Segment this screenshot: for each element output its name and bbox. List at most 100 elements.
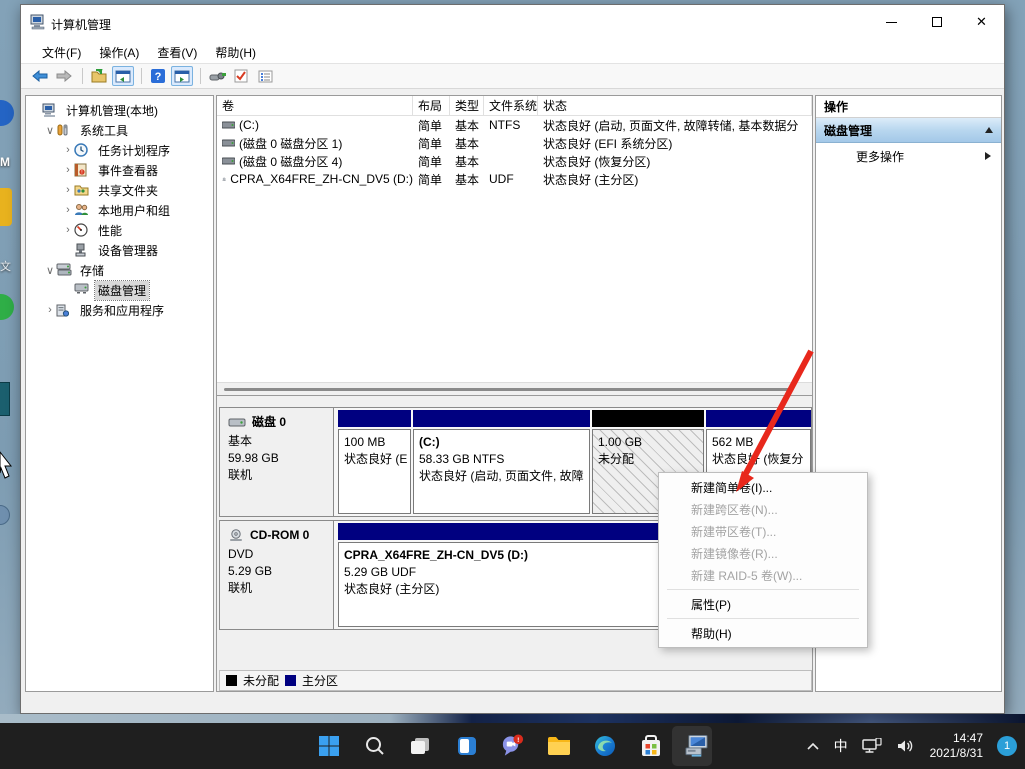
ime-indicator[interactable]: 中 (834, 736, 848, 756)
chat-icon[interactable]: ! (500, 734, 525, 759)
console-tree-toggle-icon[interactable] (112, 66, 134, 86)
partition-color-bar (413, 410, 590, 427)
tree-item-label[interactable]: 共享文件夹 (95, 181, 161, 200)
chevron-up-icon[interactable] (806, 742, 820, 750)
chevron-down-icon[interactable]: ∨ (44, 124, 56, 137)
chevron-right-icon[interactable]: › (62, 164, 74, 176)
disk-size: 5.29 GB (228, 563, 333, 580)
chevron-right-icon[interactable]: › (44, 304, 56, 316)
toolbar-separator (141, 68, 142, 84)
tree-item-event-viewer[interactable]: › ! 事件查看器 (26, 160, 213, 180)
close-button[interactable]: ✕ (959, 5, 1004, 39)
table-row[interactable]: (磁盘 0 磁盘分区 4) 简单 基本 状态良好 (恢复分区) (217, 152, 812, 170)
menu-bar: 文件(F) 操作(A) 查看(V) 帮助(H) (21, 41, 1004, 63)
action-pane-toggle-icon[interactable] (171, 66, 193, 86)
desktop-icon-fragment[interactable] (0, 505, 10, 525)
disk-0-info[interactable]: 磁盘 0 基本 59.98 GB 联机 (220, 408, 334, 516)
collapse-icon[interactable] (985, 127, 993, 133)
column-header-status[interactable]: 状态 (538, 96, 812, 115)
taskbar-clock[interactable]: 14:47 2021/8/31 (930, 731, 983, 761)
tree-item-local-users-groups[interactable]: › 本地用户和组 (26, 200, 213, 220)
tree-item-task-scheduler[interactable]: › 任务计划程序 (26, 140, 213, 160)
tree-item-label[interactable]: 磁盘管理 (95, 281, 149, 300)
menu-action[interactable]: 操作(A) (90, 42, 148, 63)
chevron-down-icon[interactable]: ∨ (44, 264, 56, 277)
chevron-right-icon[interactable]: › (62, 184, 74, 196)
actions-section-disk-management[interactable]: 磁盘管理 (816, 118, 1001, 143)
disk-icon (228, 418, 246, 428)
search-icon[interactable] (362, 734, 387, 759)
menu-view[interactable]: 查看(V) (148, 42, 206, 63)
speaker-icon[interactable] (896, 738, 916, 754)
tree-item-label[interactable]: 服务和应用程序 (77, 301, 167, 320)
tree-item-disk-management[interactable]: 磁盘管理 (26, 280, 213, 300)
table-row[interactable]: CPRA_X64FRE_ZH-CN_DV5 (D:) 简单 基本 UDF 状态良… (217, 170, 812, 188)
menu-item-properties[interactable]: 属性(P) (659, 593, 867, 615)
notification-badge[interactable]: 1 (997, 736, 1017, 756)
chevron-right-icon[interactable]: › (62, 144, 74, 156)
network-icon[interactable] (862, 738, 882, 754)
minimize-button[interactable] (869, 5, 914, 39)
shared-folders-icon (74, 183, 90, 197)
horizontal-scrollbar[interactable] (217, 382, 812, 395)
tree-item-label[interactable]: 系统工具 (77, 121, 131, 140)
tree-item-label[interactable]: 存储 (77, 261, 107, 280)
tree-item-label[interactable]: 性能 (95, 221, 125, 240)
task-view-icon[interactable] (408, 734, 433, 759)
tree-item-label[interactable]: 设备管理器 (95, 241, 161, 260)
chevron-right-icon[interactable]: › (62, 224, 74, 236)
column-header-type[interactable]: 类型 (450, 96, 484, 115)
column-header-filesystem[interactable]: 文件系统 (484, 96, 538, 115)
column-header-volume[interactable]: 卷 (217, 96, 413, 115)
edge-icon[interactable] (592, 734, 617, 759)
tree-item-label[interactable]: 任务计划程序 (95, 141, 173, 160)
table-row[interactable]: (C:) 简单 基本 NTFS 状态良好 (启动, 页面文件, 故障转储, 基本… (217, 116, 812, 134)
menu-item-help[interactable]: 帮助(H) (659, 622, 867, 644)
menu-help[interactable]: 帮助(H) (206, 42, 265, 63)
menu-item-new-raid5-volume: 新建 RAID-5 卷(W)... (659, 564, 867, 586)
partition-efi[interactable]: 100 MB 状态良好 (E (338, 410, 411, 516)
tree-item-shared-folders[interactable]: › 共享文件夹 (26, 180, 213, 200)
disk-type: 基本 (228, 433, 333, 450)
partition-c[interactable]: (C:) 58.33 GB NTFS 状态良好 (启动, 页面文件, 故障 (413, 410, 590, 516)
desktop-icon-fragment[interactable] (0, 188, 12, 226)
help-icon[interactable]: ? (147, 66, 169, 86)
tree-item-label[interactable]: 本地用户和组 (95, 201, 173, 220)
back-arrow-icon[interactable] (29, 66, 51, 86)
table-row[interactable]: (磁盘 0 磁盘分区 1) 简单 基本 状态良好 (EFI 系统分区) (217, 134, 812, 152)
desktop-icon-fragment[interactable] (0, 382, 10, 416)
title-bar[interactable]: 计算机管理 ✕ (21, 5, 1004, 41)
desktop-icon-fragment[interactable] (0, 294, 14, 320)
tree-item-label[interactable]: 计算机管理(本地) (63, 101, 161, 120)
tree-item-services-applications[interactable]: › 服务和应用程序 (26, 300, 213, 320)
widgets-icon[interactable] (454, 734, 479, 759)
actions-header: 操作 (816, 96, 1001, 118)
tree-item-device-manager[interactable]: 设备管理器 (26, 240, 213, 260)
properties-list-icon[interactable] (254, 66, 276, 86)
forward-arrow-icon[interactable] (53, 66, 75, 86)
legend-primary-swatch (285, 675, 296, 686)
tree-item-performance[interactable]: › 性能 (26, 220, 213, 240)
desktop-icon-fragment[interactable] (0, 100, 14, 126)
chevron-right-icon[interactable]: › (62, 204, 74, 216)
scrollbar-thumb[interactable] (224, 388, 791, 391)
start-icon[interactable] (316, 734, 341, 759)
menu-item-new-simple-volume[interactable]: 新建简单卷(I)... (659, 476, 867, 498)
export-list-icon[interactable] (88, 66, 110, 86)
menu-file[interactable]: 文件(F) (33, 42, 90, 63)
computer-management-icon[interactable] (684, 734, 709, 759)
tree-item-storage[interactable]: ∨ 存储 (26, 260, 213, 280)
tree-item-label[interactable]: 事件查看器 (95, 161, 161, 180)
check-disk-icon[interactable] (230, 66, 252, 86)
more-actions-item[interactable]: 更多操作 (816, 143, 1001, 169)
disk-type: DVD (228, 546, 333, 563)
maximize-button[interactable] (914, 5, 959, 39)
rescan-disks-icon[interactable] (206, 66, 228, 86)
store-icon[interactable] (638, 734, 663, 759)
column-header-layout[interactable]: 布局 (413, 96, 450, 115)
tree-item-system-tools[interactable]: ∨ 系统工具 (26, 120, 213, 140)
file-explorer-icon[interactable] (546, 734, 571, 759)
cd-icon (228, 529, 244, 542)
tree-item-computer-management[interactable]: 计算机管理(本地) (26, 100, 213, 120)
cdrom-0-info[interactable]: CD-ROM 0 DVD 5.29 GB 联机 (220, 521, 334, 629)
